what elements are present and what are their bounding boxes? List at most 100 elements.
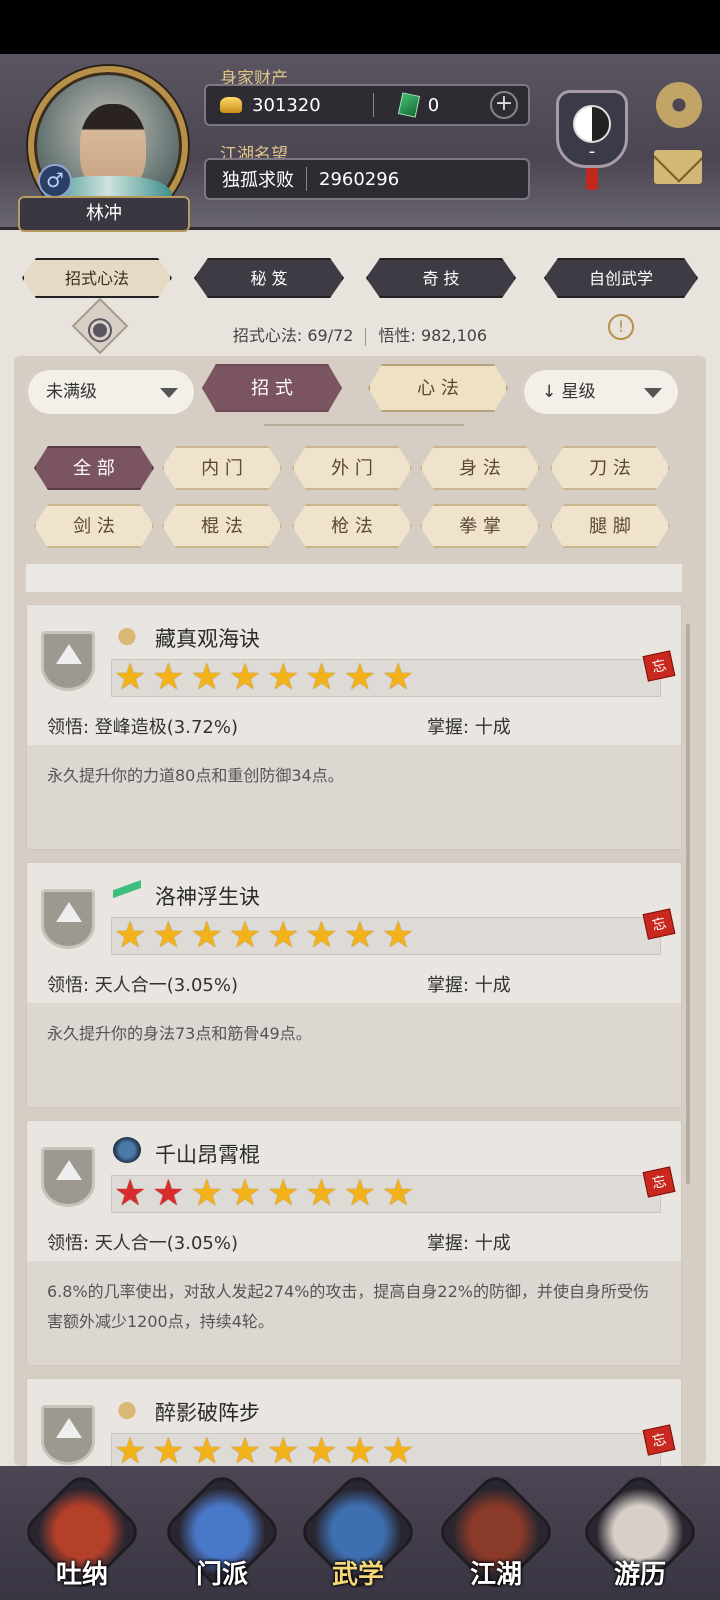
gold-star-icon: ★ [381, 657, 415, 698]
category-outer[interactable]: 外 门 [292, 446, 412, 490]
gold-star-icon: ★ [114, 1431, 147, 1467]
skill-description: 永久提升你的力道80点和重创防御34点。 [27, 745, 681, 849]
gold-star-icon: ★ [305, 1431, 338, 1467]
nav-sect[interactable]: 门派 [159, 1469, 285, 1595]
fame-title: 独孤求败 [222, 170, 294, 191]
player-name: 林冲 [18, 196, 190, 232]
mail-icon[interactable] [654, 150, 702, 184]
mastery-level: 掌握: 十成 [427, 975, 511, 996]
gold-star-icon: ★ [152, 915, 185, 956]
skill-description: 永久提升你的身法73点和筋骨49点。 [27, 1003, 681, 1107]
gold-star-icon: ★ [267, 657, 300, 698]
ornament-divider [264, 424, 464, 426]
skill-card[interactable]: 醉影破阵步 ★ ★ ★ ★ ★ ★ ★ ★ 忘 [26, 1378, 682, 1466]
gold-star-icon: ★ [190, 1431, 223, 1467]
category-inner[interactable]: 内 门 [162, 446, 282, 490]
sect-emblem[interactable]: - [556, 90, 628, 168]
skill-name: 洛神浮生诀 [155, 885, 260, 909]
upgrade-shield-icon[interactable] [41, 631, 95, 691]
skill-name: 藏真观海诀 [155, 627, 260, 651]
forget-tag-icon[interactable]: 忘 [642, 1166, 676, 1198]
level-filter-dropdown[interactable]: 未满级 [28, 370, 194, 414]
chevron-down-icon [160, 388, 178, 398]
status-bar [0, 0, 720, 54]
skill-panel: 未满级 招 式 心 法 ↓ 星级 全 部 内 门 外 门 身 法 刀 法 剑 法… [14, 356, 706, 1466]
forget-tag-icon[interactable]: 忘 [642, 908, 676, 940]
fame-bar: 独孤求败 2960296 [204, 158, 530, 200]
star-rating: ★ ★ ★ ★ ★ ★ ★ ★ [111, 917, 661, 955]
inner-art-type-icon [113, 1395, 141, 1421]
gold-amount: 301320 [252, 94, 321, 116]
gold-star-icon: ★ [343, 915, 376, 956]
info-icon[interactable]: ! [608, 314, 634, 340]
nav-travel[interactable]: 游历 [577, 1469, 703, 1595]
gold-ingot-icon [220, 97, 242, 113]
skill-list[interactable]: 藏真观海诀 ★ ★ ★ ★ ★ ★ ★ ★ 忘 领悟: 登峰造极(3.72%) 掌握: 十成 … [26, 564, 694, 1466]
gold-star-icon: ★ [305, 657, 338, 698]
star-rating: ★ ★ ★ ★ ★ ★ ★ ★ [111, 1175, 661, 1213]
skill-card[interactable]: 洛神浮生诀 ★ ★ ★ ★ ★ ★ ★ ★ 忘 领悟: 天人合一(3.05%) 掌握: 十成 … [26, 862, 682, 1108]
category-blade[interactable]: 刀 法 [550, 446, 670, 490]
category-sword[interactable]: 剑 法 [34, 504, 154, 548]
comprehension-level: 领悟: 天人合一(3.05%) [47, 975, 239, 996]
add-currency-button[interactable]: + [490, 91, 518, 119]
category-agility[interactable]: 身 法 [420, 446, 540, 490]
upgrade-shield-icon[interactable] [41, 889, 95, 949]
skill-card[interactable]: 藏真观海诀 ★ ★ ★ ★ ★ ★ ★ ★ 忘 领悟: 登峰造极(3.72%) 掌握: 十成 … [26, 604, 682, 850]
skill-description: 6.8%的几率使出，对敌人发起274%的攻击，提高自身22%的防御，并使自身所受… [27, 1261, 681, 1365]
gold-star-icon: ★ [381, 1431, 415, 1467]
tab-moves-methods[interactable]: 招式心法 [22, 258, 172, 298]
fame-value: 2960296 [319, 168, 400, 190]
mastery-level: 掌握: 十成 [427, 1233, 511, 1254]
segment-methods[interactable]: 心 法 [368, 364, 508, 412]
gold-star-icon: ★ [267, 1173, 300, 1214]
gold-star-icon: ★ [343, 657, 376, 698]
moves-count: 招式心法: 69/72 [232, 326, 354, 345]
level-filter-value: 未满级 [46, 382, 97, 402]
mastery-level: 掌握: 十成 [427, 717, 511, 738]
category-kick[interactable]: 腿 脚 [550, 504, 670, 548]
tab-special-skills[interactable]: 奇 技 [366, 258, 516, 298]
gold-star-icon: ★ [228, 915, 262, 956]
gold-star-icon: ★ [190, 915, 223, 956]
category-spear[interactable]: 枪 法 [292, 504, 412, 548]
scrollbar[interactable] [686, 624, 690, 1184]
bottom-navigation: 吐纳 门派 武学 江湖 游历 [0, 1466, 720, 1600]
gold-star-icon: ★ [114, 915, 147, 956]
divider [306, 167, 307, 191]
agility-type-icon [113, 879, 141, 905]
upgrade-shield-icon[interactable] [41, 1147, 95, 1207]
gold-star-icon: ★ [152, 1431, 185, 1467]
tab-secret-books[interactable]: 秘 笈 [194, 258, 344, 298]
skill-card[interactable]: 千山昂霄棍 ★ ★ ★ ★ ★ ★ ★ ★ 忘 领悟: 天人合一(3.05%) 掌握: 十成 … [26, 1120, 682, 1366]
category-fist[interactable]: 拳 掌 [420, 504, 540, 548]
upgrade-shield-icon[interactable] [41, 1405, 95, 1465]
nav-label: 游历 [613, 1560, 666, 1590]
segment-moves[interactable]: 招 式 [202, 364, 342, 412]
settings-gear-icon[interactable] [656, 82, 702, 128]
tassel-ornament [586, 168, 598, 190]
sort-dropdown[interactable]: ↓ 星级 [524, 370, 678, 414]
tab-custom-martial-arts[interactable]: 自创武学 [544, 258, 698, 298]
red-star-icon: ★ [114, 1173, 147, 1214]
staff-type-icon [113, 1137, 141, 1163]
red-star-icon: ★ [152, 1173, 185, 1214]
nav-jianghu[interactable]: 江湖 [433, 1469, 559, 1595]
forget-tag-icon[interactable]: 忘 [642, 1424, 676, 1456]
comprehension-level: 领悟: 登峰造极(3.72%) [47, 717, 239, 738]
forget-tag-icon[interactable]: 忘 [642, 650, 676, 682]
nav-martial-arts[interactable]: 武学 [295, 1469, 421, 1595]
nav-label: 武学 [331, 1560, 384, 1590]
nav-meditate[interactable]: 吐纳 [19, 1469, 145, 1595]
gold-star-icon: ★ [190, 657, 223, 698]
gold-star-icon: ★ [343, 1173, 376, 1214]
gold-star-icon: ★ [114, 657, 147, 698]
gold-star-icon: ★ [267, 1431, 300, 1467]
wealth-bar: 301320 0 + [204, 84, 530, 126]
category-all[interactable]: 全 部 [34, 446, 154, 490]
chevron-down-icon [644, 388, 662, 398]
category-staff[interactable]: 棍 法 [162, 504, 282, 548]
yin-yang-icon [573, 105, 611, 143]
skill-name: 醉影破阵步 [155, 1401, 260, 1425]
divider [372, 93, 374, 117]
